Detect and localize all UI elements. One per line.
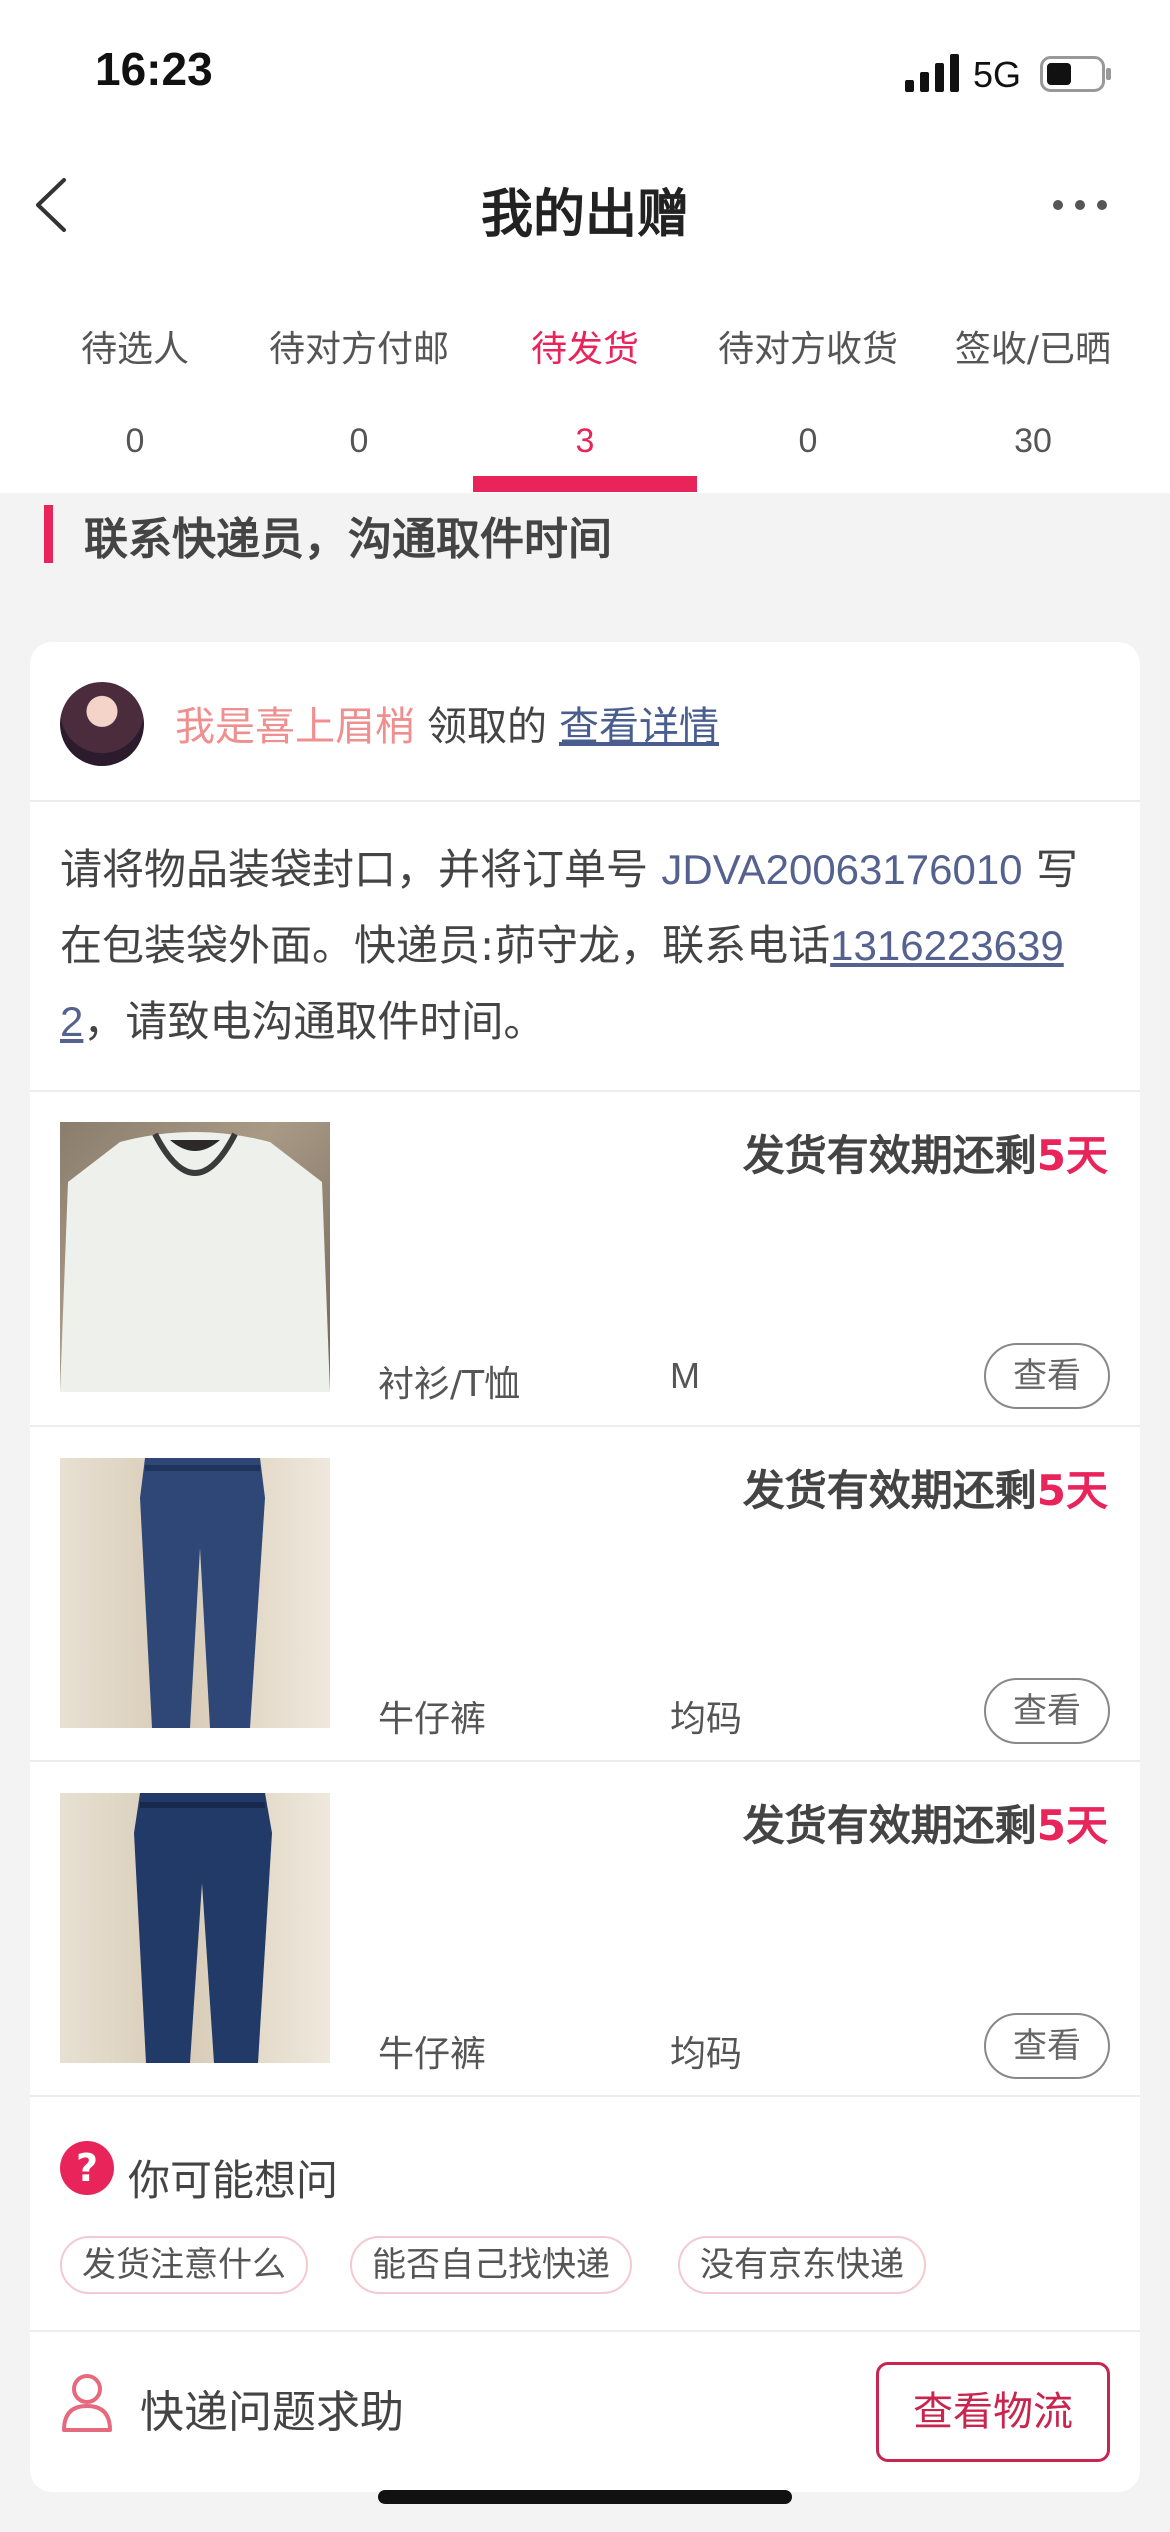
tab-label: 待发货 (530, 329, 639, 370)
tab-label: 签收/已晒 (954, 329, 1112, 370)
item-size: 均码 (670, 2033, 743, 2074)
claimer-name[interactable]: 我是喜上眉梢 (175, 704, 415, 750)
tab-awaiting-receipt[interactable]: 待对方收货 0 (691, 320, 925, 461)
divider (30, 1425, 1140, 1427)
view-logistics-button[interactable]: 查看物流 (876, 2362, 1110, 2462)
tab-count: 30 (1014, 422, 1052, 460)
divider (30, 1090, 1140, 1092)
shipping-notice: 请将物品装袋封口，并将订单号 JDVA20063176010 写在包装袋外面。快… (60, 832, 1112, 1060)
signal-icon (905, 54, 959, 92)
view-item-button[interactable]: 查看 (984, 1678, 1110, 1744)
view-item-button[interactable]: 查看 (984, 1343, 1110, 1409)
deadline-prefix: 发货有效期还剩 (742, 1131, 1037, 1180)
battery-icon (1040, 56, 1111, 92)
question-icon: ? (60, 2141, 114, 2195)
network-label: 5G (973, 54, 1022, 95)
avatar[interactable] (60, 682, 144, 766)
faq-chip[interactable]: 发货注意什么 (60, 2236, 308, 2294)
person-icon[interactable] (60, 2372, 114, 2432)
tab-count: 3 (575, 422, 595, 460)
page-title: 我的出赠 (480, 185, 689, 245)
tab-signed-shared[interactable]: 签收/已晒 30 (916, 320, 1150, 461)
home-indicator (378, 2490, 792, 2504)
ship-deadline: 发货有效期还剩5天 (743, 1122, 1108, 1183)
divider (30, 800, 1140, 802)
tab-count: 0 (125, 422, 145, 460)
jeans-image-icon (140, 1458, 265, 1728)
notice-prefix: 请将物品装袋封口，并将订单号 (60, 845, 662, 894)
divider (30, 1760, 1140, 1762)
view-item-button[interactable]: 查看 (984, 2013, 1110, 2079)
ship-deadline: 发货有效期还剩5天 (743, 1792, 1108, 1853)
tab-label: 待对方付邮 (268, 329, 449, 370)
deadline-days: 5天 (1036, 1131, 1108, 1180)
tab-label: 待对方收货 (717, 329, 898, 370)
item-category: 衬衫/T恤 (378, 1364, 521, 1405)
deadline-days: 5天 (1036, 1801, 1108, 1850)
sweater-image-icon (60, 1132, 330, 1392)
active-tab-indicator (473, 476, 697, 492)
item-image-jeans[interactable] (60, 1458, 330, 1728)
item-size: 均码 (670, 1698, 743, 1739)
section-title: 联系快递员，沟通取件时间 (84, 514, 612, 565)
claimer-line: 我是喜上眉梢 领取的 查看详情 (175, 694, 719, 752)
item-size: M (670, 1355, 700, 1396)
jeans-image-icon (134, 1793, 272, 2063)
divider (30, 2095, 1140, 2097)
status-time: 16:23 (95, 43, 213, 95)
item-category: 牛仔裤 (378, 1699, 487, 1740)
tab-awaiting-postage[interactable]: 待对方付邮 0 (242, 320, 476, 461)
view-detail-link[interactable]: 查看详情 (559, 704, 719, 750)
item-category: 牛仔裤 (378, 2034, 487, 2075)
faq-title: 你可能想问 (128, 2156, 339, 2205)
item-image-white-sweater[interactable] (60, 1122, 330, 1392)
notice-suffix: ，请致电沟通取件时间。 (83, 997, 546, 1046)
section-marker (44, 505, 53, 563)
tab-count: 0 (349, 422, 369, 460)
claim-action: 领取的 (427, 704, 547, 750)
order-number: JDVA20063176010 (661, 846, 1023, 893)
more-icon[interactable] (1050, 190, 1110, 220)
faq-chip[interactable]: 能否自己找快递 (350, 2236, 632, 2294)
tab-to-ship[interactable]: 待发货 3 (468, 320, 702, 461)
tab-to-select[interactable]: 待选人 0 (18, 320, 252, 461)
deadline-days: 5天 (1036, 1466, 1108, 1515)
faq-chip[interactable]: 没有京东快递 (678, 2236, 926, 2294)
courier-help-link[interactable]: 快递问题求助 (140, 2376, 404, 2440)
deadline-prefix: 发货有效期还剩 (742, 1801, 1037, 1850)
divider (30, 2330, 1140, 2332)
item-image-jeans[interactable] (60, 1793, 330, 2063)
tab-label: 待选人 (80, 329, 189, 370)
tab-count: 0 (798, 422, 818, 460)
ship-deadline: 发货有效期还剩5天 (743, 1457, 1108, 1518)
deadline-prefix: 发货有效期还剩 (742, 1466, 1037, 1515)
